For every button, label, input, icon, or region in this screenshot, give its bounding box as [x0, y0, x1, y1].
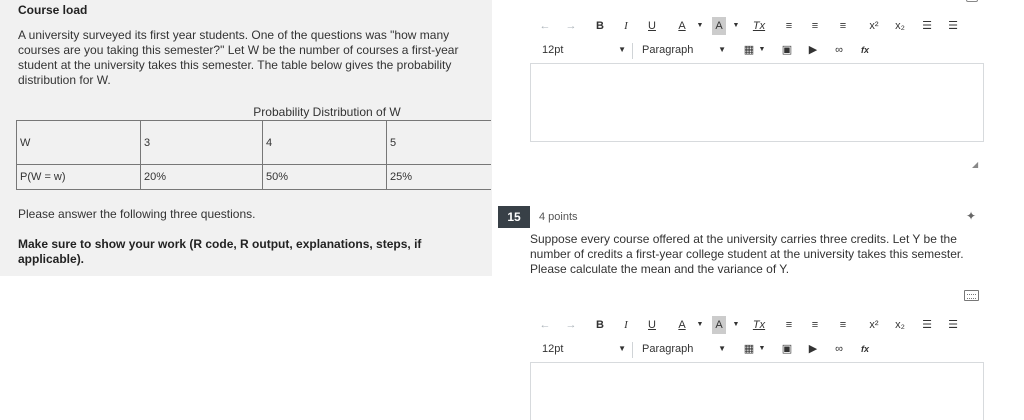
- media-icon[interactable]: ▶: [806, 41, 820, 59]
- chevron-down-icon: ▼: [618, 344, 626, 353]
- table-cell: P(W = w): [16, 164, 141, 190]
- link-icon[interactable]: ∞: [832, 41, 846, 59]
- superscript-button[interactable]: x²: [866, 17, 882, 35]
- chevron-down-icon[interactable]: ▼: [696, 17, 704, 35]
- block-format-value: Paragraph: [642, 343, 694, 355]
- pin-icon[interactable]: ✦: [966, 209, 976, 223]
- chevron-down-icon[interactable]: ▼: [758, 41, 766, 59]
- font-size-value: 12pt: [542, 44, 564, 56]
- answer-editor-previous[interactable]: [530, 63, 984, 142]
- italic-button[interactable]: I: [620, 17, 632, 35]
- question-context-panel: Course load A university surveyed its fi…: [0, 0, 492, 276]
- question-points: 4 points: [539, 211, 578, 223]
- undo-icon[interactable]: ←: [538, 17, 552, 35]
- superscript-button[interactable]: x²: [866, 316, 882, 334]
- table-icon[interactable]: ▦: [742, 340, 756, 358]
- question-text: Suppose every course offered at the univ…: [530, 232, 964, 276]
- chevron-down-icon: ▼: [618, 45, 626, 54]
- subscript-button[interactable]: x₂: [892, 316, 908, 334]
- rich-text-toolbar: ← → B I U A ▼ A ▼ Tx ≡ ≡ ≡ x² x₂ ☰ ☰ 12p…: [536, 17, 980, 63]
- bold-button[interactable]: B: [594, 316, 606, 334]
- table-cell: 5: [386, 120, 491, 165]
- text-color-button[interactable]: A: [676, 316, 688, 334]
- context-title: Course load: [18, 3, 88, 17]
- numbered-list-icon[interactable]: ☰: [946, 17, 960, 35]
- table-row: W 3 4 5: [16, 120, 491, 165]
- italic-button[interactable]: I: [620, 316, 632, 334]
- table-row: P(W = w) 20% 50% 25%: [16, 164, 491, 190]
- text-color-button[interactable]: A: [676, 17, 688, 35]
- chevron-down-icon[interactable]: ▼: [758, 340, 766, 358]
- table-cell: W: [16, 120, 141, 165]
- font-size-select[interactable]: 12pt ▼: [542, 41, 626, 59]
- show-work-instructions: Make sure to show your work (R code, R o…: [18, 237, 422, 266]
- underline-button[interactable]: U: [646, 17, 658, 35]
- font-size-select[interactable]: 12pt ▼: [542, 340, 626, 358]
- background-color-button[interactable]: A: [712, 17, 726, 35]
- chevron-down-icon[interactable]: ▼: [732, 17, 740, 35]
- table-cell: 50%: [262, 164, 387, 190]
- underline-button[interactable]: U: [646, 316, 658, 334]
- chevron-down-icon: ▼: [718, 344, 726, 353]
- table-cell: 4: [262, 120, 387, 165]
- background-color-button[interactable]: A: [712, 316, 726, 334]
- equation-button[interactable]: fx: [858, 340, 872, 358]
- image-icon[interactable]: ▣: [780, 41, 794, 59]
- keyboard-icon[interactable]: [966, 0, 978, 2]
- image-icon[interactable]: ▣: [780, 340, 794, 358]
- bold-button[interactable]: B: [594, 17, 606, 35]
- rich-text-toolbar: ← → B I U A ▼ A ▼ Tx ≡ ≡ ≡ x² x₂ ☰ ☰ 12p…: [536, 316, 980, 362]
- align-center-icon[interactable]: ≡: [808, 316, 822, 334]
- block-format-select[interactable]: Paragraph ▼: [642, 41, 726, 59]
- font-size-value: 12pt: [542, 343, 564, 355]
- undo-icon[interactable]: ←: [538, 316, 552, 334]
- table-cell: 20%: [140, 164, 263, 190]
- align-right-icon[interactable]: ≡: [836, 17, 850, 35]
- table-cell: 25%: [386, 164, 491, 190]
- subscript-button[interactable]: x₂: [892, 17, 908, 35]
- answer-editor[interactable]: [530, 362, 984, 420]
- bullet-list-icon[interactable]: ☰: [920, 316, 934, 334]
- numbered-list-icon[interactable]: ☰: [946, 316, 960, 334]
- questions-prompt: Please answer the following three questi…: [18, 207, 256, 221]
- table-icon[interactable]: ▦: [742, 41, 756, 59]
- block-format-value: Paragraph: [642, 44, 694, 56]
- bullet-list-icon[interactable]: ☰: [920, 17, 934, 35]
- table-cell: 3: [140, 120, 263, 165]
- question-number: 15: [498, 206, 530, 228]
- link-icon[interactable]: ∞: [832, 340, 846, 358]
- align-center-icon[interactable]: ≡: [808, 17, 822, 35]
- toolbar-divider: [632, 342, 633, 358]
- toolbar-divider: [632, 43, 633, 59]
- clear-formatting-button[interactable]: Tx: [750, 316, 768, 334]
- redo-icon[interactable]: →: [564, 316, 578, 334]
- chevron-down-icon[interactable]: ▼: [696, 316, 704, 334]
- block-format-select[interactable]: Paragraph ▼: [642, 340, 726, 358]
- chevron-down-icon: ▼: [718, 45, 726, 54]
- align-left-icon[interactable]: ≡: [782, 316, 796, 334]
- align-right-icon[interactable]: ≡: [836, 316, 850, 334]
- clear-formatting-button[interactable]: Tx: [750, 17, 768, 35]
- media-icon[interactable]: ▶: [806, 340, 820, 358]
- keyboard-icon[interactable]: [964, 290, 979, 301]
- redo-icon[interactable]: →: [564, 17, 578, 35]
- probability-table: W 3 4 5 P(W = w) 20% 50% 25%: [16, 120, 491, 190]
- equation-button[interactable]: fx: [858, 41, 872, 59]
- chevron-down-icon[interactable]: ▼: [732, 316, 740, 334]
- context-intro: A university surveyed its first year stu…: [18, 28, 459, 87]
- align-left-icon[interactable]: ≡: [782, 17, 796, 35]
- resize-handle[interactable]: ◢: [972, 160, 982, 170]
